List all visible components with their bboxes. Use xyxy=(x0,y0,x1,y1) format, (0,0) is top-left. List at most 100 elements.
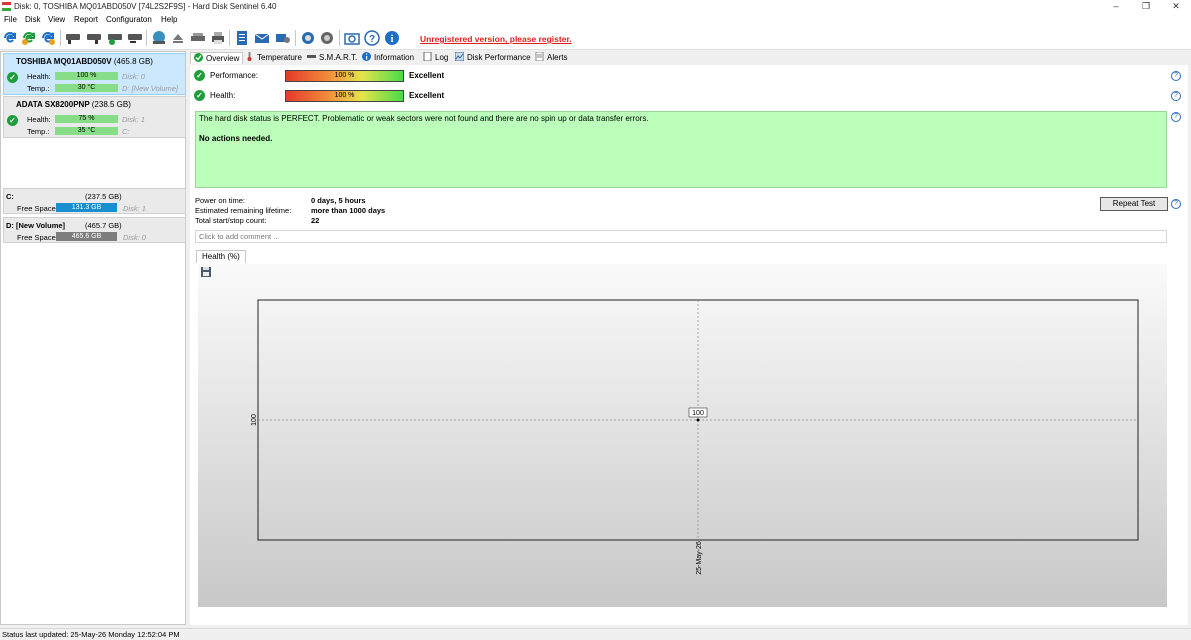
toolbar-separator xyxy=(146,30,147,46)
volume-disk: Disk: 0 xyxy=(123,233,146,242)
menu-file[interactable]: File xyxy=(4,15,17,24)
toolbar-separator xyxy=(229,30,230,46)
health-label: Health: xyxy=(210,91,236,100)
volume-name: D: [New Volume] xyxy=(6,221,66,230)
volume-size: (465.7 GB) xyxy=(85,221,122,230)
health-verdict: Excellent xyxy=(409,91,445,100)
performance-verdict: Excellent xyxy=(409,71,445,80)
menu-report[interactable]: Report xyxy=(74,15,98,24)
tab-log[interactable]: Log xyxy=(423,52,448,64)
disk-icon[interactable] xyxy=(65,30,81,46)
tab-information[interactable]: Information xyxy=(362,52,414,64)
temp-bar: 30 °C xyxy=(55,84,118,92)
repeat-test-button[interactable]: Repeat Test xyxy=(1100,197,1168,211)
performance-label: Performance: xyxy=(210,71,259,80)
status-description: The hard disk status is PERFECT. Problem… xyxy=(195,111,1167,188)
volume-item-d[interactable]: D: [New Volume] (465.7 GB) Free Space 46… xyxy=(3,217,186,243)
data-point xyxy=(696,418,700,422)
temp-label: Temp.: xyxy=(27,127,50,136)
tab-alerts[interactable]: Alerts xyxy=(535,52,567,64)
check-icon: ✓ xyxy=(194,90,205,101)
registration-link[interactable]: Unregistered version, please register. xyxy=(420,34,572,44)
help-icon[interactable]: ? xyxy=(1171,71,1181,81)
disk-name: ADATA SX8200PNP (238.5 GB) xyxy=(16,100,131,109)
disk-list-panel: TOSHIBA MQ01ABD050V (465.8 GB) ✓ Health:… xyxy=(0,51,186,625)
help-icon[interactable]: ? xyxy=(1171,112,1181,122)
report-icon[interactable] xyxy=(234,30,250,46)
window-title: Disk: 0, TOSHIBA MQ01ABD050V [74L2S2F9S]… xyxy=(14,2,277,11)
refresh-disks-icon[interactable] xyxy=(40,30,56,46)
toolbar: ? i Unregistered version, please registe… xyxy=(0,26,1191,50)
power-on-value: 0 days, 5 hours xyxy=(311,196,366,205)
comment-field[interactable]: Click to add comment ... xyxy=(195,230,1167,243)
globe-icon[interactable] xyxy=(151,30,167,46)
svg-text:i: i xyxy=(391,34,394,45)
disk-id: Disk: 0 xyxy=(122,72,145,81)
check-icon xyxy=(194,53,203,62)
send-icon[interactable] xyxy=(275,30,291,46)
restore-button[interactable]: ❐ xyxy=(1131,0,1161,14)
tab-overview[interactable]: Overview xyxy=(190,52,244,64)
settings-icon[interactable] xyxy=(300,30,316,46)
disk-item-adata[interactable]: ADATA SX8200PNP (238.5 GB) ✓ Health: 75 … xyxy=(3,96,186,138)
smart-icon xyxy=(307,55,316,58)
refresh-icon[interactable] xyxy=(2,30,18,46)
close-button[interactable]: ✕ xyxy=(1161,0,1191,14)
camera-icon[interactable] xyxy=(344,30,360,46)
disk-id: Disk: 1 xyxy=(122,115,145,124)
help-icon[interactable]: ? xyxy=(1171,199,1181,209)
health-label: Health: xyxy=(27,72,51,81)
menu-help[interactable]: Help xyxy=(161,15,177,24)
menu-view[interactable]: View xyxy=(48,15,65,24)
check-icon: ✓ xyxy=(7,72,18,83)
minimize-button[interactable]: – xyxy=(1101,0,1131,14)
help-icon[interactable]: ? xyxy=(364,30,380,46)
alerts-icon xyxy=(535,52,544,61)
help-icon[interactable]: ? xyxy=(1171,91,1181,101)
health-bar: 100 % xyxy=(285,90,404,102)
lifetime-value: more than 1000 days xyxy=(311,206,386,215)
health-chart-area: 100 100 25-May-26 xyxy=(198,264,1167,607)
title-bar: Disk: 0, TOSHIBA MQ01ABD050V [74L2S2F9S]… xyxy=(0,0,1191,14)
menu-configuration[interactable]: Configuraton xyxy=(106,15,152,24)
tab-health-chart[interactable]: Health (%) xyxy=(196,250,246,263)
temp-label: Temp.: xyxy=(27,84,50,93)
info-icon xyxy=(362,52,371,61)
tab-disk-performance[interactable]: Disk Performance xyxy=(455,52,531,64)
power-on-label: Power on time: xyxy=(195,196,246,205)
menu-disk[interactable]: Disk xyxy=(25,15,41,24)
menu-bar: File Disk View Report Configuraton Help xyxy=(0,14,1191,26)
mail-icon[interactable] xyxy=(254,30,270,46)
refresh-all-icon[interactable] xyxy=(21,30,37,46)
health-label: Health: xyxy=(27,115,51,124)
action-text: No actions needed. xyxy=(199,134,273,143)
scanner-icon[interactable] xyxy=(190,30,206,46)
info-icon[interactable]: i xyxy=(384,30,400,46)
lifetime-label: Estimated remaining lifetime: xyxy=(195,206,292,215)
status-text: The hard disk status is PERFECT. Problem… xyxy=(199,114,649,123)
startstop-label: Total start/stop count: xyxy=(195,216,267,225)
volume-name: C: xyxy=(6,192,14,201)
alerts-config-icon[interactable] xyxy=(319,30,335,46)
performance-icon xyxy=(455,52,464,61)
disk-test-icon[interactable] xyxy=(86,30,102,46)
free-space-bar: 465.6 GB xyxy=(56,232,117,241)
toolbar-separator xyxy=(295,30,296,46)
disk-volume: C: xyxy=(122,127,130,136)
x-tick-label: 25-May-26 xyxy=(696,541,703,575)
disk-remove-icon[interactable] xyxy=(127,30,143,46)
tab-temperature[interactable]: Temperature xyxy=(245,52,302,64)
free-space-label: Free Space xyxy=(17,233,56,242)
eject-icon[interactable] xyxy=(170,30,186,46)
log-icon xyxy=(423,52,432,61)
startstop-value: 22 xyxy=(311,216,320,225)
disk-item-toshiba[interactable]: TOSHIBA MQ01ABD050V (465.8 GB) ✓ Health:… xyxy=(3,53,186,95)
toolbar-separator xyxy=(60,30,61,46)
disk-ok-icon[interactable] xyxy=(107,30,123,46)
volume-size: (237.5 GB) xyxy=(85,192,122,201)
tab-smart[interactable]: S.M.A.R.T. xyxy=(307,52,357,64)
printer-icon[interactable] xyxy=(210,30,226,46)
check-icon: ✓ xyxy=(7,115,18,126)
toolbar-separator xyxy=(339,30,340,46)
volume-item-c[interactable]: C: (237.5 GB) Free Space 131.3 GB Disk: … xyxy=(3,188,186,214)
